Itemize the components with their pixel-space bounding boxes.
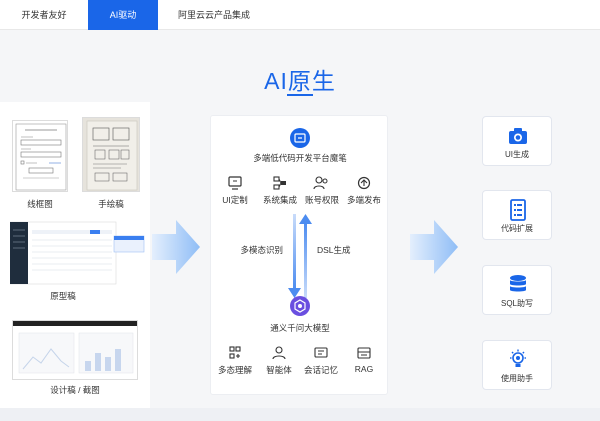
lightbulb-icon — [510, 349, 526, 367]
design-thumbnail — [12, 320, 138, 380]
feature-rag: RAG — [354, 364, 374, 374]
output-label: 代码扩展 — [501, 224, 533, 233]
camera-icon — [509, 128, 527, 144]
sketch-thumbnail — [82, 117, 140, 192]
input-panel: 线框图 手绘稿 原型稿 设计稿 / 截图 — [0, 102, 150, 408]
feature-multimodal-understanding: 多态理解 — [217, 365, 252, 375]
feature-session-memory: 会话记忆 — [303, 365, 338, 375]
output-usage-assistant[interactable]: 使用助手 — [482, 340, 552, 390]
tab-ai-driven[interactable]: AI驱动 — [88, 0, 158, 30]
arrow-right-icon — [410, 220, 458, 274]
arrow-right-icon — [152, 220, 200, 274]
account-icon — [313, 176, 328, 190]
page-title: AI原生 — [264, 68, 336, 94]
monitor-icon — [228, 176, 242, 190]
multimodal-icon — [229, 346, 241, 359]
code-list-icon — [510, 199, 526, 221]
session-memory-icon — [314, 347, 328, 358]
output-sql-assist[interactable]: SQL助写 — [482, 265, 552, 315]
wireframe-label: 线框图 — [27, 199, 53, 209]
prototype-thumbnail — [10, 220, 146, 286]
feature-agent: 智能体 — [266, 365, 292, 375]
output-code-extension[interactable]: 代码扩展 — [482, 190, 552, 240]
publish-icon — [357, 176, 371, 190]
output-label: 使用助手 — [501, 374, 533, 383]
sketch-label: 手绘稿 — [98, 199, 124, 209]
output-label: SQL助写 — [500, 299, 533, 308]
platform-panel: 多端低代码开发平台魔笔 UI定制 系统集成 账号权限 多端发布 多模态识别 DS… — [210, 115, 388, 395]
integration-icon — [273, 176, 286, 190]
feature-multi-publish: 多端发布 — [346, 195, 381, 205]
wireframe-thumbnail — [12, 120, 68, 192]
tab-developer-friendly[interactable]: 开发者友好 — [0, 0, 88, 30]
feature-system-integration: 系统集成 — [262, 195, 297, 205]
feature-account-permission: 账号权限 — [304, 195, 339, 205]
flow-arrows-icon — [288, 214, 312, 298]
feature-ui-custom: UI定制 — [222, 195, 248, 205]
agent-icon — [272, 346, 286, 360]
rag-icon — [357, 347, 371, 359]
footer-band — [0, 408, 600, 421]
title-underline — [287, 94, 313, 96]
prototype-label: 原型稿 — [50, 291, 76, 301]
tab-aliyun-integration[interactable]: 阿里云云产品集成 — [158, 0, 270, 30]
output-ui-generation[interactable]: UI生成 — [482, 116, 552, 166]
platform-title: 多端低代码开发平台魔笔 — [253, 153, 347, 163]
flow-multimodal-recognition: 多模态识别 — [240, 245, 283, 255]
flow-dsl-generation: DSL生成 — [317, 245, 351, 255]
tab-bar: 开发者友好 AI驱动 阿里云云产品集成 — [0, 0, 600, 30]
database-icon — [510, 275, 526, 292]
design-label: 设计稿 / 截图 — [50, 385, 100, 395]
output-label: UI生成 — [505, 150, 529, 159]
platform-logo-icon — [290, 128, 310, 148]
model-logo-icon — [290, 296, 310, 316]
model-title: 通义千问大模型 — [270, 323, 330, 333]
